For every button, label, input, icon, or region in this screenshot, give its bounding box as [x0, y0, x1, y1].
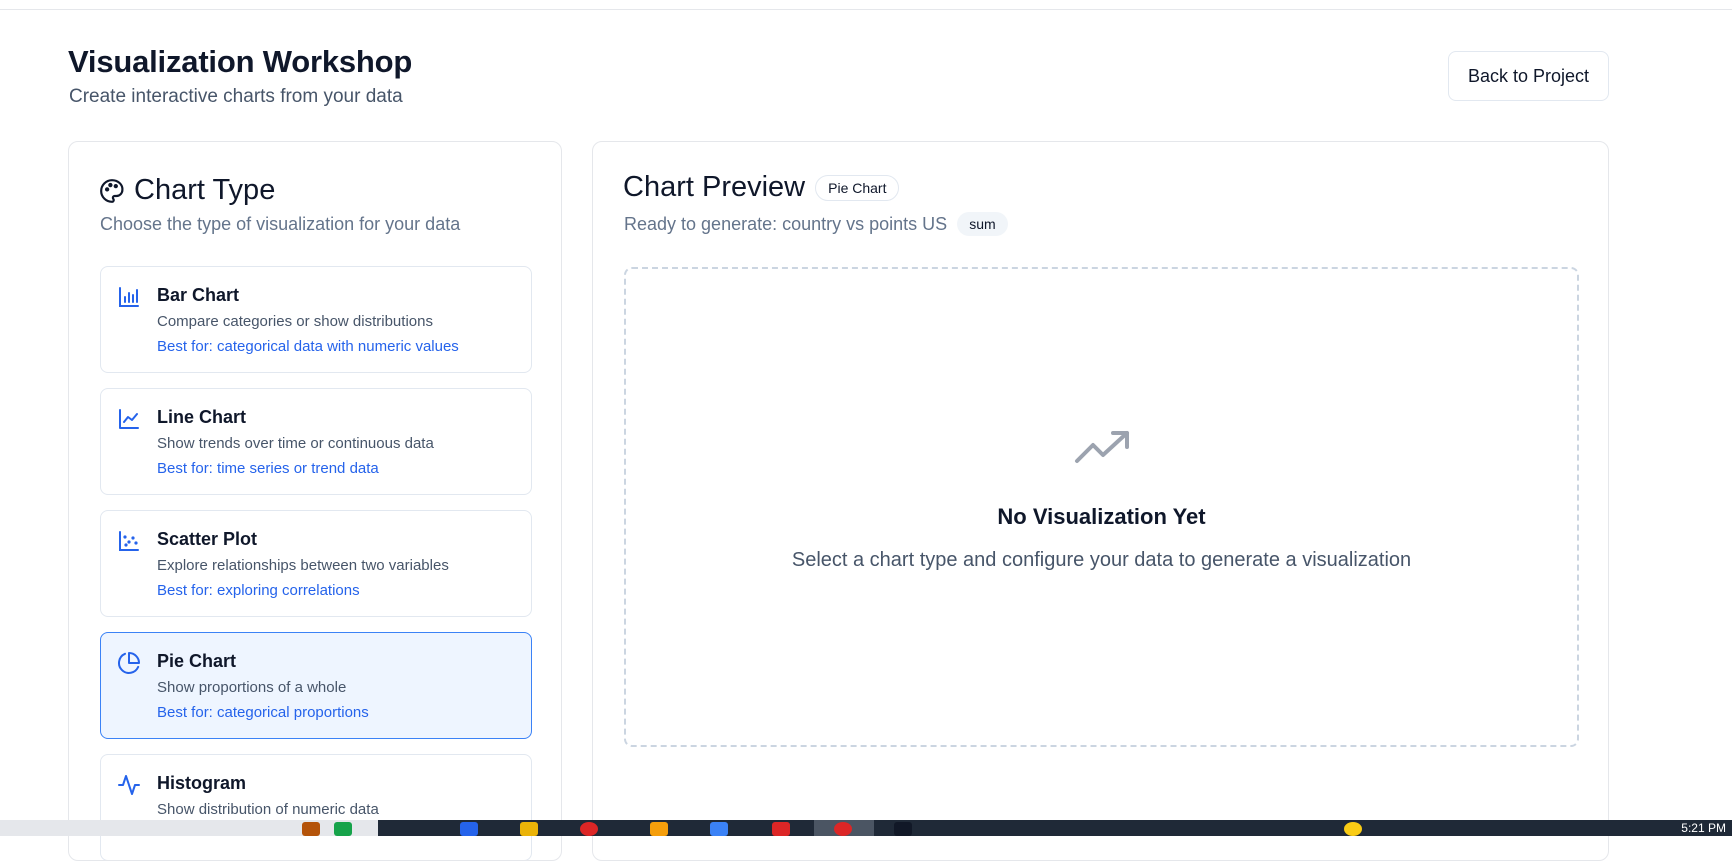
back-to-project-button[interactable]: Back to Project	[1448, 51, 1609, 101]
bar-chart-icon	[119, 287, 139, 307]
chart-type-option-pie[interactable]: Pie Chart Show proportions of a whole Be…	[100, 632, 532, 739]
app-icon[interactable]	[334, 822, 352, 836]
app-icon[interactable]	[772, 822, 790, 836]
line-chart-icon	[119, 409, 139, 429]
chart-type-name: Bar Chart	[157, 285, 240, 305]
activity-icon	[118, 775, 140, 795]
chart-type-description: Show distribution of numeric data	[157, 801, 379, 818]
chart-preview-panel: Chart Preview Pie Chart Ready to generat…	[592, 141, 1609, 861]
trending-up-icon	[1075, 431, 1129, 463]
visualization-placeholder: No Visualization Yet Select a chart type…	[624, 267, 1579, 747]
chart-type-best-for: Best for: exploring correlations	[157, 582, 360, 599]
page-title: Visualization Workshop	[68, 44, 413, 79]
status-text: Ready to generate: country vs points US	[624, 213, 948, 234]
chart-type-option-line[interactable]: Line Chart Show trends over time or cont…	[100, 388, 532, 495]
chart-preview-header: Chart Preview Pie Chart	[623, 171, 900, 204]
chart-type-option-histogram[interactable]: Histogram Show distribution of numeric d…	[100, 754, 532, 860]
app-icon[interactable]	[894, 822, 912, 836]
chart-type-name: Pie Chart	[157, 651, 237, 671]
folder-icon[interactable]	[520, 822, 538, 836]
chart-type-description: Compare categories or show distributions	[157, 313, 433, 330]
chart-type-subtitle: Choose the type of visualization for you…	[100, 214, 461, 234]
chart-type-best-for: Best for: categorical proportions	[157, 704, 369, 721]
scatter-plot-icon	[119, 531, 139, 551]
browser-icon[interactable]	[834, 822, 852, 836]
chart-type-name: Scatter Plot	[157, 529, 258, 549]
app-icon[interactable]	[650, 822, 668, 836]
empty-state-text: Select a chart type and configure your d…	[791, 549, 1412, 571]
chart-type-title: Chart Type	[134, 174, 276, 206]
aggregation-badge: sum	[957, 212, 1008, 236]
browser-icon[interactable]	[580, 822, 598, 836]
app-icon[interactable]	[460, 822, 478, 836]
chart-type-best-for: Best for: categorical data with numeric …	[157, 338, 459, 355]
palette-icon	[100, 178, 124, 203]
chart-preview-status: Ready to generate: country vs points US …	[624, 212, 1008, 236]
page-subtitle: Create interactive charts from your data	[69, 86, 403, 107]
taskbar-left-area	[0, 820, 378, 836]
chart-type-name: Line Chart	[157, 407, 247, 427]
os-taskbar: 5:21 PM	[0, 820, 1732, 836]
taskbar-clock[interactable]: 5:21 PM	[1681, 821, 1726, 835]
empty-state-title: No Visualization Yet	[997, 504, 1206, 529]
chart-type-option-scatter[interactable]: Scatter Plot Explore relationships betwe…	[100, 510, 532, 617]
top-border	[0, 0, 1732, 10]
chart-type-best-for: Best for: time series or trend data	[157, 460, 379, 477]
chart-type-panel: Chart Type Choose the type of visualizat…	[68, 141, 562, 861]
chart-type-name: Histogram	[157, 773, 247, 793]
tray-icon[interactable]	[1344, 822, 1362, 836]
chart-type-description: Explore relationships between two variab…	[157, 557, 449, 574]
app-icon[interactable]	[710, 822, 728, 836]
app-icon[interactable]	[302, 822, 320, 836]
chart-type-option-bar[interactable]: Bar Chart Compare categories or show dis…	[100, 266, 532, 373]
chart-preview-title: Chart Preview	[623, 171, 806, 203]
pie-chart-icon	[118, 652, 140, 674]
chart-type-badge: Pie Chart	[815, 174, 900, 201]
chart-type-description: Show proportions of a whole	[157, 679, 347, 696]
chart-type-description: Show trends over time or continuous data	[157, 435, 434, 452]
chart-type-header: Chart Type	[99, 174, 275, 207]
